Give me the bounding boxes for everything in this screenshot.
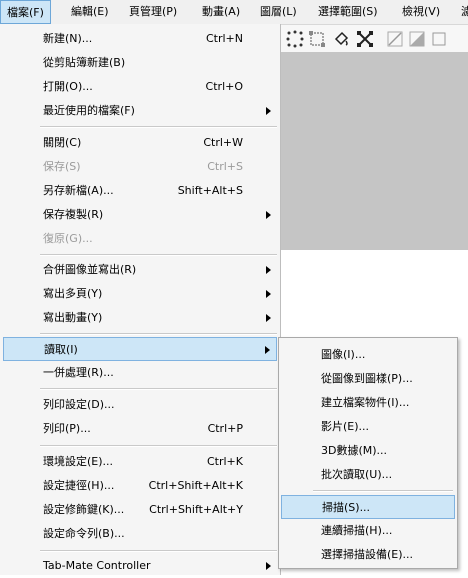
submenu-item-scan[interactable]: 掃描(S)...: [281, 495, 455, 519]
menu-separator: [40, 333, 277, 335]
transform-dots-icon[interactable]: [285, 29, 305, 49]
menu-item-revert: 復原(G)...: [43, 232, 93, 245]
menu-view[interactable]: 檢視(V): [396, 0, 446, 24]
toolbar: [281, 25, 468, 53]
menu-separator: [40, 126, 277, 128]
gradient-icon[interactable]: [407, 29, 427, 49]
rectangle-icon[interactable]: [429, 29, 449, 49]
menu-item-close[interactable]: 關閉(C) Ctrl+W: [3, 131, 277, 155]
line-slash-icon[interactable]: [385, 29, 405, 49]
submenu-item-image-to-pattern[interactable]: 從圖像到圖樣(P)...: [281, 367, 455, 391]
submenu-item-3d-data[interactable]: 3D數據(M)...: [281, 439, 455, 463]
submenu-arrow-icon: [266, 562, 271, 570]
submenu-item-select-scanner[interactable]: 選擇掃描設備(E)...: [281, 543, 455, 567]
move-cross-icon[interactable]: [355, 29, 375, 49]
menu-separator: [40, 254, 277, 256]
import-submenu: 圖像(I)... 從圖像到圖樣(P)... 建立檔案物件(I)... 影片(E)…: [278, 337, 458, 569]
submenu-item-video[interactable]: 影片(E)...: [281, 415, 455, 439]
menu-item-import[interactable]: 讀取(I): [3, 337, 277, 361]
file-menu: 新建(N)... Ctrl+N 從剪貼簿新建(B) 打開(O)... Ctrl+…: [0, 24, 281, 575]
selection-frame-icon[interactable]: [307, 29, 327, 49]
menu-item-print[interactable]: 列印(P)... Ctrl+P: [3, 417, 277, 441]
submenu-arrow-icon: [266, 266, 271, 274]
menu-separator: [40, 550, 277, 552]
submenu-item-image[interactable]: 圖像(I)...: [281, 343, 455, 367]
menu-bar: 檔案(F) 編輯(E) 頁管理(P) 動畫(A) 圖層(L) 選擇範圍(S) 檢…: [0, 0, 468, 25]
submenu-item-batch-import[interactable]: 批次讀取(U)...: [281, 463, 455, 487]
menu-item-command-bar[interactable]: 設定命令列(B)...: [3, 522, 277, 546]
menu-item-new-from-clipboard[interactable]: 從剪貼簿新建(B): [3, 51, 277, 75]
submenu-arrow-icon: [266, 314, 271, 322]
menu-animation[interactable]: 動畫(A): [196, 0, 246, 24]
menu-item-open[interactable]: 打開(O)... Ctrl+O: [3, 75, 277, 99]
menu-item-save: 保存(S) Ctrl+S: [43, 160, 243, 173]
menu-item-modifier-settings[interactable]: 設定修飾鍵(K)... Ctrl+Shift+Alt+Y: [3, 498, 277, 522]
menu-file[interactable]: 檔案(F): [0, 0, 51, 24]
menu-separator: [40, 388, 277, 390]
menu-separator: [313, 490, 453, 492]
menu-item-new[interactable]: 新建(N)... Ctrl+N: [3, 27, 277, 51]
fill-bucket-icon[interactable]: [331, 29, 351, 49]
menu-selection[interactable]: 選擇範圍(S): [312, 0, 384, 24]
canvas-area[interactable]: [281, 52, 468, 250]
menu-item-merge-export[interactable]: 合併圖像並寫出(R): [3, 258, 277, 282]
menu-page[interactable]: 頁管理(P): [123, 0, 183, 24]
submenu-item-continuous-scan[interactable]: 連續掃描(H)...: [281, 519, 455, 543]
menu-separator: [40, 445, 277, 447]
submenu-arrow-icon: [265, 346, 270, 354]
menu-item-shortcut-settings[interactable]: 設定捷徑(H)... Ctrl+Shift+Alt+K: [3, 474, 277, 498]
submenu-arrow-icon: [266, 211, 271, 219]
menu-edit[interactable]: 編輯(E): [65, 0, 115, 24]
menu-item-tabmate[interactable]: Tab-Mate Controller: [3, 554, 277, 578]
menu-filter[interactable]: 濾: [455, 0, 468, 24]
menu-item-preferences[interactable]: 環境設定(E)... Ctrl+K: [3, 450, 277, 474]
menu-item-export-multiple[interactable]: 寫出多頁(Y): [3, 282, 277, 306]
menu-item-batch[interactable]: 一併處理(R)...: [3, 361, 277, 385]
submenu-item-file-object[interactable]: 建立檔案物件(I)...: [281, 391, 455, 415]
menu-layer[interactable]: 圖層(L): [254, 0, 303, 24]
submenu-arrow-icon: [266, 107, 271, 115]
menu-item-print-settings[interactable]: 列印設定(D)...: [3, 393, 277, 417]
menu-item-export-animation[interactable]: 寫出動畫(Y): [3, 306, 277, 330]
submenu-arrow-icon: [266, 290, 271, 298]
menu-item-save-copy[interactable]: 保存複製(R): [3, 203, 277, 227]
menu-item-save-as[interactable]: 另存新檔(A)... Shift+Alt+S: [3, 179, 277, 203]
menu-item-recent[interactable]: 最近使用的檔案(F): [3, 99, 277, 123]
